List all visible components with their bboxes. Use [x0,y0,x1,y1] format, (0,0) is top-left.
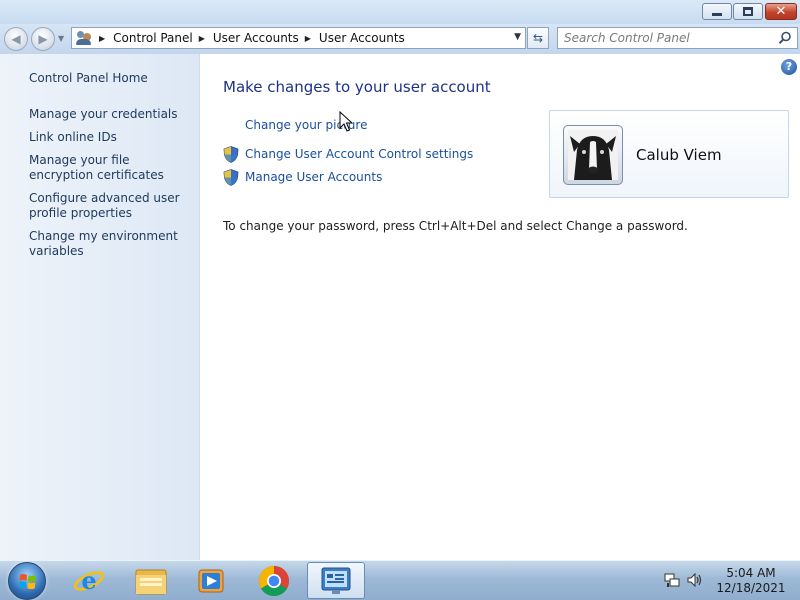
recent-pages-dropdown-icon[interactable]: ▼ [58,34,64,43]
refresh-button[interactable]: ⇆ [527,27,549,49]
breadcrumb-arrow-icon[interactable]: ▶ [199,34,205,43]
user-account-card: Calub Viem [549,110,789,198]
clock-date: 12/18/2021 [716,581,786,595]
search-icon[interactable] [778,31,792,45]
breadcrumb-current[interactable]: User Accounts [319,31,405,45]
clock[interactable]: 5:04 AM 12/18/2021 [712,566,790,596]
start-button[interactable] [8,562,46,600]
maximize-icon [743,7,753,16]
breadcrumb-arrow-icon[interactable]: ▶ [305,34,311,43]
search-box[interactable] [557,27,798,49]
file-encryption-certificates-link[interactable]: Manage your file encryption certificates [29,153,194,183]
page-title: Make changes to your user account [223,78,491,96]
system-tray [664,572,702,588]
address-bar[interactable]: ▶ Control Panel ▶ User Accounts ▶ User A… [71,27,526,49]
advanced-profile-properties-link[interactable]: Configure advanced user profile properti… [29,191,194,221]
back-button[interactable]: ◀ [4,27,28,51]
title-bar: ✕ [0,0,800,24]
control-panel-icon [321,567,351,594]
uac-shield-icon [223,169,239,186]
folder-icon [135,569,167,594]
control-panel-home-link[interactable]: Control Panel Home [29,71,194,86]
breadcrumb-arrow-icon[interactable]: ▶ [99,34,105,43]
left-pane: Control Panel Home Manage your credentia… [0,54,200,560]
volume-icon[interactable] [686,572,702,588]
close-icon: ✕ [775,4,787,19]
user-name: Calub Viem [636,146,722,164]
forward-arrow-icon: ▶ [38,32,48,46]
minimize-button[interactable] [702,3,732,20]
change-uac-settings-link[interactable]: Change User Account Control settings [245,147,473,161]
password-instructions: To change your password, press Ctrl+Alt+… [223,219,688,233]
avatar[interactable] [563,125,623,185]
address-dropdown-icon[interactable]: ▼ [514,32,521,42]
svg-text:e: e [81,566,96,595]
help-icon[interactable]: ? [781,59,797,75]
maximize-button[interactable] [733,3,763,20]
taskbar-control-panel[interactable] [307,562,365,599]
network-icon[interactable] [664,572,680,588]
refresh-icon: ⇆ [532,31,544,45]
environment-variables-link[interactable]: Change my environment variables [29,229,194,259]
windows-logo-icon [19,574,36,590]
taskbar-chrome[interactable] [245,562,303,599]
manage-credentials-link[interactable]: Manage your credentials [29,107,194,122]
manage-user-accounts-link[interactable]: Manage User Accounts [245,170,382,184]
user-accounts-icon [75,30,93,46]
taskbar: e 5:04 AM 12/18/2021 [0,560,800,600]
clock-time: 5:04 AM [726,566,776,580]
minimize-icon [712,13,722,16]
dog-picture-icon [568,130,618,180]
back-arrow-icon: ◀ [11,32,21,46]
mouse-cursor-icon [339,111,353,132]
taskbar-media-player[interactable] [182,562,240,599]
uac-shield-icon [223,146,239,163]
navigation-bar: ◀ ▶ ▼ ▶ Control Panel ▶ User Accounts ▶ … [0,24,800,54]
internet-explorer-icon: e [73,566,105,595]
forward-button[interactable]: ▶ [31,27,55,51]
chrome-icon [258,565,290,596]
search-input[interactable] [564,30,769,46]
link-online-ids-link[interactable]: Link online IDs [29,130,194,145]
taskbar-internet-explorer[interactable]: e [60,562,118,599]
media-player-icon [198,569,224,592]
breadcrumb-control-panel[interactable]: Control Panel [113,31,193,45]
taskbar-windows-explorer[interactable] [122,562,180,599]
breadcrumb-user-accounts[interactable]: User Accounts [213,31,299,45]
close-button[interactable]: ✕ [765,3,797,20]
